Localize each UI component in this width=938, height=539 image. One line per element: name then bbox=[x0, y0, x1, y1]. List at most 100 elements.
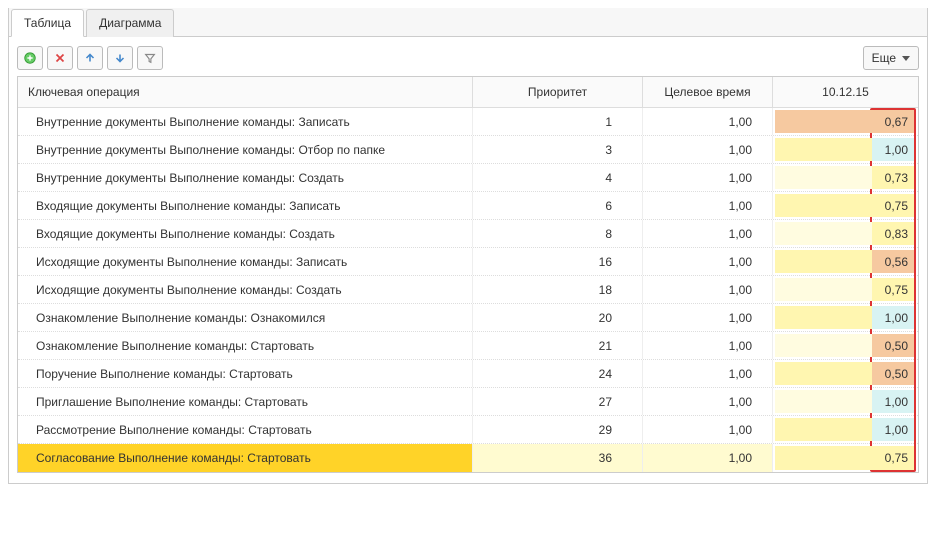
cell-value: 0,50 bbox=[872, 362, 914, 385]
cell-operation: Входящие документы Выполнение команды: З… bbox=[18, 192, 473, 219]
delete-button[interactable] bbox=[47, 46, 73, 70]
table-row[interactable]: Внутренние документы Выполнение команды:… bbox=[18, 164, 918, 192]
cell-date: 0,56 bbox=[773, 248, 918, 275]
date-left-bg bbox=[775, 222, 872, 245]
cell-operation: Поручение Выполнение команды: Стартовать bbox=[18, 360, 473, 387]
cell-target: 1,00 bbox=[643, 304, 773, 331]
cell-value: 0,73 bbox=[872, 166, 914, 189]
cell-priority: 8 bbox=[473, 220, 643, 247]
col-priority[interactable]: Приоритет bbox=[473, 77, 643, 107]
cell-operation: Исходящие документы Выполнение команды: … bbox=[18, 276, 473, 303]
cell-value: 0,75 bbox=[872, 446, 914, 470]
table-row[interactable]: Исходящие документы Выполнение команды: … bbox=[18, 276, 918, 304]
cell-target: 1,00 bbox=[643, 276, 773, 303]
cell-operation: Ознакомление Выполнение команды: Стартов… bbox=[18, 332, 473, 359]
cell-priority: 16 bbox=[473, 248, 643, 275]
cell-date: 1,00 bbox=[773, 416, 918, 443]
cell-date: 0,73 bbox=[773, 164, 918, 191]
table-row[interactable]: Внутренние документы Выполнение команды:… bbox=[18, 108, 918, 136]
cell-date: 0,75 bbox=[773, 192, 918, 219]
tabs: Таблица Диаграмма bbox=[9, 8, 927, 37]
table-row[interactable]: Входящие документы Выполнение команды: З… bbox=[18, 192, 918, 220]
cell-target: 1,00 bbox=[643, 192, 773, 219]
cell-operation: Рассмотрение Выполнение команды: Стартов… bbox=[18, 416, 473, 443]
date-left-bg bbox=[775, 362, 872, 385]
cell-priority: 4 bbox=[473, 164, 643, 191]
cell-target: 1,00 bbox=[643, 136, 773, 163]
date-left-bg bbox=[775, 390, 872, 413]
cell-priority: 29 bbox=[473, 416, 643, 443]
cell-operation: Входящие документы Выполнение команды: С… bbox=[18, 220, 473, 247]
cell-date: 0,67 bbox=[773, 108, 918, 135]
table-row[interactable]: Приглашение Выполнение команды: Стартова… bbox=[18, 388, 918, 416]
plus-circle-icon bbox=[23, 51, 37, 65]
toolbar: Еще bbox=[9, 38, 927, 76]
cell-operation: Внутренние документы Выполнение команды:… bbox=[18, 164, 473, 191]
add-button[interactable] bbox=[17, 46, 43, 70]
cell-priority: 27 bbox=[473, 388, 643, 415]
cell-date: 0,50 bbox=[773, 360, 918, 387]
tab-table[interactable]: Таблица bbox=[11, 9, 84, 37]
table-row[interactable]: Входящие документы Выполнение команды: С… bbox=[18, 220, 918, 248]
cell-operation: Согласование Выполнение команды: Стартов… bbox=[18, 444, 473, 472]
cell-value: 0,83 bbox=[872, 222, 914, 245]
cell-target: 1,00 bbox=[643, 164, 773, 191]
date-left-bg bbox=[775, 138, 872, 161]
date-left-bg bbox=[775, 250, 872, 273]
table-header: Ключевая операция Приоритет Целевое врем… bbox=[18, 77, 918, 108]
table-body: Внутренние документы Выполнение команды:… bbox=[18, 108, 918, 472]
cell-date: 0,75 bbox=[773, 444, 918, 472]
table-row[interactable]: Согласование Выполнение команды: Стартов… bbox=[18, 444, 918, 472]
cell-operation: Внутренние документы Выполнение команды:… bbox=[18, 108, 473, 135]
main-panel: Таблица Диаграмма Еще bbox=[8, 8, 928, 484]
table-row[interactable]: Ознакомление Выполнение команды: Стартов… bbox=[18, 332, 918, 360]
cell-target: 1,00 bbox=[643, 388, 773, 415]
col-operation[interactable]: Ключевая операция bbox=[18, 77, 473, 107]
move-down-button[interactable] bbox=[107, 46, 133, 70]
cell-priority: 36 bbox=[473, 444, 643, 472]
cell-value: 0,75 bbox=[872, 278, 914, 301]
cell-target: 1,00 bbox=[643, 220, 773, 247]
date-left-bg bbox=[775, 446, 872, 470]
cell-operation: Приглашение Выполнение команды: Стартова… bbox=[18, 388, 473, 415]
arrow-up-icon bbox=[83, 51, 97, 65]
cell-date: 1,00 bbox=[773, 304, 918, 331]
more-button[interactable]: Еще bbox=[863, 46, 919, 70]
cell-date: 0,83 bbox=[773, 220, 918, 247]
cell-value: 0,75 bbox=[872, 194, 914, 217]
table-row[interactable]: Внутренние документы Выполнение команды:… bbox=[18, 136, 918, 164]
cell-priority: 20 bbox=[473, 304, 643, 331]
cell-date: 0,75 bbox=[773, 276, 918, 303]
move-up-button[interactable] bbox=[77, 46, 103, 70]
cell-date: 1,00 bbox=[773, 136, 918, 163]
date-left-bg bbox=[775, 306, 872, 329]
cell-target: 1,00 bbox=[643, 248, 773, 275]
chevron-down-icon bbox=[902, 56, 910, 61]
cell-value: 1,00 bbox=[872, 138, 914, 161]
cell-operation: Внутренние документы Выполнение команды:… bbox=[18, 136, 473, 163]
col-date[interactable]: 10.12.15 bbox=[773, 77, 918, 107]
date-left-bg bbox=[775, 110, 872, 133]
cell-target: 1,00 bbox=[643, 360, 773, 387]
cell-priority: 1 bbox=[473, 108, 643, 135]
cell-priority: 18 bbox=[473, 276, 643, 303]
col-target[interactable]: Целевое время bbox=[643, 77, 773, 107]
cell-priority: 21 bbox=[473, 332, 643, 359]
cell-priority: 6 bbox=[473, 192, 643, 219]
cell-priority: 3 bbox=[473, 136, 643, 163]
table-row[interactable]: Ознакомление Выполнение команды: Ознаком… bbox=[18, 304, 918, 332]
cell-target: 1,00 bbox=[643, 332, 773, 359]
cell-value: 1,00 bbox=[872, 390, 914, 413]
arrow-down-icon bbox=[113, 51, 127, 65]
cell-target: 1,00 bbox=[643, 444, 773, 472]
cell-date: 0,50 bbox=[773, 332, 918, 359]
cell-value: 1,00 bbox=[872, 418, 914, 441]
table-row[interactable]: Рассмотрение Выполнение команды: Стартов… bbox=[18, 416, 918, 444]
table-row[interactable]: Исходящие документы Выполнение команды: … bbox=[18, 248, 918, 276]
cell-operation: Ознакомление Выполнение команды: Ознаком… bbox=[18, 304, 473, 331]
date-left-bg bbox=[775, 166, 872, 189]
filter-button[interactable] bbox=[137, 46, 163, 70]
cell-date: 1,00 bbox=[773, 388, 918, 415]
tab-chart[interactable]: Диаграмма bbox=[86, 9, 174, 37]
table-row[interactable]: Поручение Выполнение команды: Стартовать… bbox=[18, 360, 918, 388]
